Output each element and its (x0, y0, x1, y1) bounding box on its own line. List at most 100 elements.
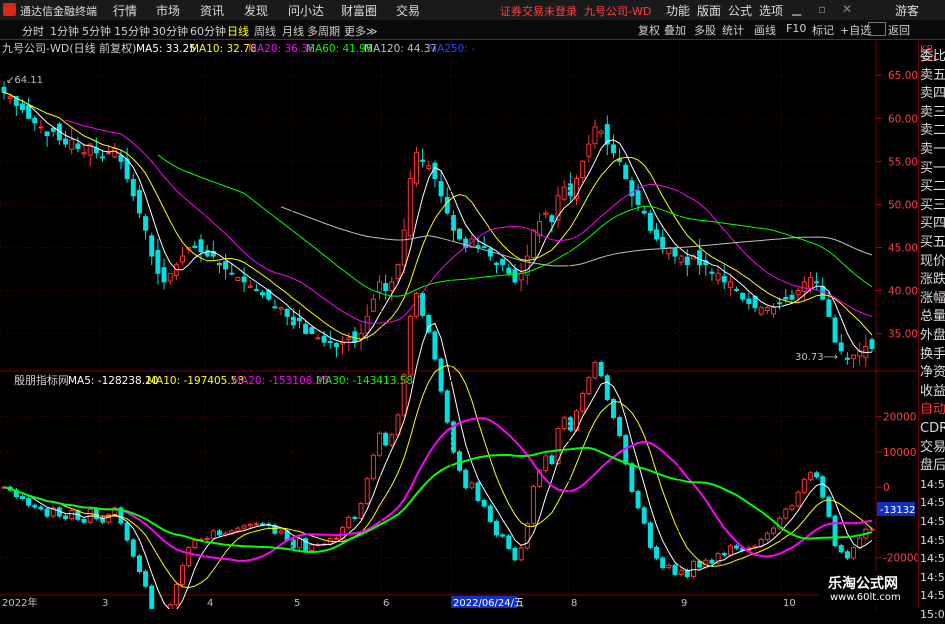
ma10-label: MA10: 32.76 (190, 43, 257, 55)
candle-body (777, 302, 783, 305)
panel-label: 买二 (920, 179, 945, 195)
x-tick-label: 5 (294, 598, 300, 609)
y-tick-label: 45.00 (888, 242, 918, 254)
candle-body (358, 333, 364, 340)
indicator-bar (764, 532, 770, 540)
panel-label: 自动 (920, 402, 945, 418)
indicator-bar (493, 520, 499, 536)
indicator-bar (124, 522, 130, 541)
candle-body (130, 179, 136, 197)
indicator-bar (407, 315, 413, 376)
indicator-bar (481, 499, 487, 507)
candle-body (192, 245, 198, 248)
candle-body (740, 292, 746, 300)
candle-body (333, 342, 339, 347)
watermark: 乐淘公式网 www.60lt.com (820, 571, 918, 607)
candle-body (99, 156, 105, 159)
y-tick-label: 55.00 (888, 156, 918, 168)
right-quote-panel: KR 500 委比 卖五 卖四 卖三 卖二 卖一 买一 买二 买三 买四 买五 现价 涨跌 涨幅 总量 外盘换… (918, 40, 945, 621)
candle-body (63, 138, 69, 145)
candle-body (327, 341, 333, 344)
indicator-bar (512, 547, 518, 561)
indicator-bar (383, 432, 389, 446)
indicator-bar (586, 377, 592, 395)
candle-body (444, 196, 450, 214)
indicator-bar (370, 454, 376, 480)
candle-body (684, 256, 690, 266)
candle-body (167, 272, 173, 282)
indicator-bar (38, 506, 44, 510)
indicator-bar (838, 545, 844, 553)
candlestick-chart[interactable]: 65.00 60.00 55.00 50.00 45.00 40.00 35.00 20000… (0, 0, 918, 609)
candle-body (161, 267, 167, 283)
indicator-bar (296, 538, 302, 549)
x-tick-label: 2022年 (2, 596, 37, 609)
indicator-bar (340, 527, 346, 539)
indicator-bar (672, 564, 678, 575)
indicator-bar (690, 560, 696, 578)
candle-body (654, 229, 660, 240)
candle-body (1, 86, 7, 93)
chart-stock-name: 九号公司-WD(日线 前复权) (2, 41, 136, 55)
y-tick-label: 10000 (883, 447, 916, 459)
candle-body (383, 283, 389, 291)
indicator-bar (629, 463, 635, 492)
candle-body (869, 339, 875, 350)
panel-label: 盘后 (920, 458, 945, 474)
indicator-bar (647, 522, 653, 548)
candle-body (715, 272, 721, 281)
indicator-bar (278, 530, 284, 534)
indicator-bar (758, 538, 764, 547)
candle-body (697, 250, 703, 266)
indicator-bar (247, 523, 253, 527)
candle-body (598, 130, 604, 134)
x-tick-label: 10 (783, 598, 796, 609)
indicator-bar (216, 530, 222, 536)
candle-body (851, 354, 857, 360)
indicator-bar (352, 516, 358, 520)
indicator-bar (727, 545, 733, 556)
candle-body (709, 271, 715, 274)
indicator-bar (567, 417, 573, 431)
indicator-bar (241, 525, 247, 529)
panel-label: 14:56 (920, 515, 945, 528)
candle-body (395, 264, 401, 279)
indicator-bar (869, 528, 875, 531)
indicator-name: 殷朋指标网 (14, 373, 69, 387)
indicator-bar (524, 523, 530, 549)
panel-label: 买一 (920, 160, 945, 176)
watermark-url: www.60lt.com (830, 592, 901, 603)
candle-body (641, 210, 647, 214)
indicator-bar (26, 497, 32, 506)
indicator-bar (364, 478, 370, 505)
candle-body (253, 289, 259, 292)
candle-body (647, 212, 653, 231)
candle-body (389, 281, 395, 291)
candle-body (118, 154, 124, 162)
low-annotation: 30.73⟶ (795, 352, 838, 363)
panel-label: 买三 (920, 197, 945, 213)
indicator-bar (660, 557, 666, 569)
indicator-bar (69, 510, 75, 519)
y-tick-label: 65.00 (888, 70, 918, 82)
candle-body (746, 298, 752, 304)
candle-body (826, 299, 832, 317)
candle-body (727, 281, 733, 288)
candle-body (500, 258, 506, 266)
panel-label: 14:56 (920, 477, 945, 491)
x-tick-label: 4 (207, 598, 213, 609)
candle-body (783, 296, 789, 300)
panel-label: 卖四 (920, 86, 945, 102)
candle-body (832, 317, 838, 343)
ma60-label: MA60: 41.95 (306, 43, 373, 55)
indicator-bar (604, 375, 610, 400)
candle-body (38, 126, 44, 129)
candle-body (820, 286, 826, 300)
candle-body (112, 147, 118, 158)
candle-body (420, 159, 426, 162)
candle-body (678, 255, 684, 263)
candle-body (580, 160, 586, 179)
indicator-bar (81, 518, 87, 523)
candle-body (278, 307, 284, 310)
indicator-bar (832, 515, 838, 547)
